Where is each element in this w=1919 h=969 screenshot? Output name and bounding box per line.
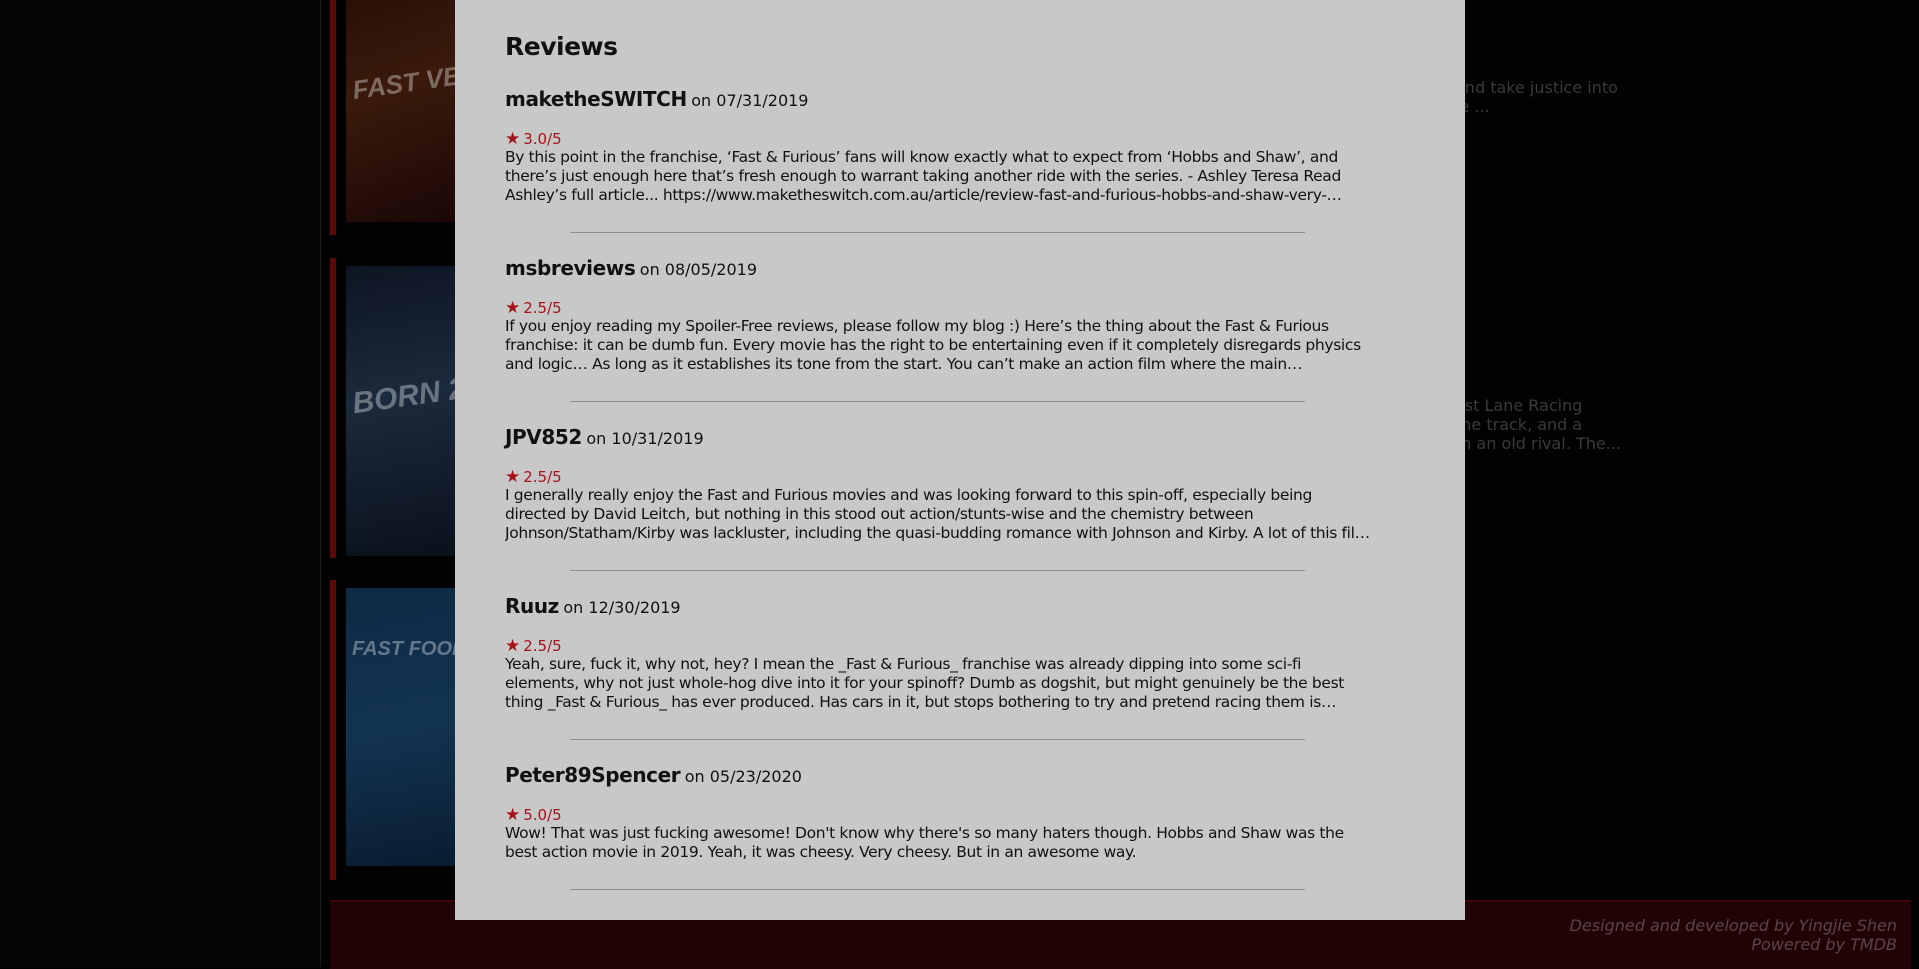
movie-poster[interactable]: FAST VENG bbox=[346, 0, 456, 222]
review-item: Ruuz on 12/30/2019 ★ 2.5/5 Yeah, sure, fu… bbox=[505, 594, 1375, 712]
divider bbox=[570, 401, 1305, 402]
review-rating: ★ 2.5/5 bbox=[505, 467, 1375, 487]
divider bbox=[570, 889, 1305, 890]
review-rating: ★ 5.0/5 bbox=[505, 805, 1375, 825]
divider bbox=[570, 739, 1305, 740]
rating-value: 2.5/5 bbox=[523, 468, 562, 486]
review-content: By this point in the franchise, ‘Fast & … bbox=[505, 148, 1341, 204]
movie-description: and take justice into le ... bbox=[1455, 78, 1618, 116]
review-rating: ★ 3.0/5 bbox=[505, 129, 1375, 149]
sidebar bbox=[0, 0, 321, 967]
divider bbox=[570, 232, 1305, 233]
review-item: JPV852 on 10/31/2019 ★ 2.5/5 I generally … bbox=[505, 425, 1375, 543]
review-author: msbreviews bbox=[505, 256, 636, 280]
rating-value: 3.0/5 bbox=[523, 130, 562, 148]
movie-description: ast Lane Racing the track, and a th an o… bbox=[1455, 396, 1621, 453]
review-rating: ★ 2.5/5 bbox=[505, 298, 1375, 318]
star-icon: ★ bbox=[505, 805, 521, 825]
review-author: maketheSWITCH bbox=[505, 87, 687, 111]
footer-credit: Designed and developed by Yingjie Shen bbox=[1569, 916, 1897, 935]
movie-poster[interactable]: BORN 2 RA bbox=[346, 266, 456, 556]
review-author: JPV852 bbox=[505, 425, 582, 449]
review-item: Peter89Spencer on 05/23/2020 ★ 5.0/5 Wow!… bbox=[505, 763, 1375, 862]
review-date: on 10/31/2019 bbox=[586, 429, 704, 448]
rating-value: 5.0/5 bbox=[523, 806, 562, 824]
reviews-modal: Reviews maketheSWITCH on 07/31/2019 ★ 3.0… bbox=[455, 0, 1465, 920]
poster-label: FAST FOOD bbox=[352, 638, 456, 660]
review-date: on 05/23/2020 bbox=[684, 767, 802, 786]
rating-value: 2.5/5 bbox=[523, 637, 562, 655]
review-item: msbreviews on 08/05/2019 ★ 2.5/5 If you e… bbox=[505, 256, 1375, 374]
footer-powered-by: Powered by TMDB bbox=[1751, 935, 1897, 954]
rating-value: 2.5/5 bbox=[523, 299, 562, 317]
review-content: I generally really enjoy the Fast and Fu… bbox=[505, 486, 1370, 542]
divider bbox=[570, 570, 1305, 571]
star-icon: ★ bbox=[505, 129, 521, 149]
review-content: Wow! That was just fucking awesome! Don'… bbox=[505, 824, 1344, 861]
star-icon: ★ bbox=[505, 636, 521, 656]
review-content: Yeah, sure, fuck it, why not, hey? I mea… bbox=[505, 655, 1345, 711]
modal-title: Reviews bbox=[505, 32, 618, 61]
star-icon: ★ bbox=[505, 298, 521, 318]
review-content: If you enjoy reading my Spoiler-Free rev… bbox=[505, 317, 1361, 373]
review-rating: ★ 2.5/5 bbox=[505, 636, 1375, 656]
star-icon: ★ bbox=[505, 467, 521, 487]
poster-label: FAST VENG bbox=[350, 54, 456, 106]
review-author: Peter89Spencer bbox=[505, 763, 681, 787]
review-date: on 12/30/2019 bbox=[563, 598, 681, 617]
review-item: maketheSWITCH on 07/31/2019 ★ 3.0/5 By th… bbox=[505, 87, 1375, 205]
review-date: on 08/05/2019 bbox=[639, 260, 758, 279]
review-date: on 07/31/2019 bbox=[691, 91, 809, 110]
poster-label: BORN 2 RA bbox=[350, 365, 456, 421]
movie-poster[interactable]: FAST FOOD bbox=[346, 588, 456, 866]
review-author: Ruuz bbox=[505, 594, 559, 618]
